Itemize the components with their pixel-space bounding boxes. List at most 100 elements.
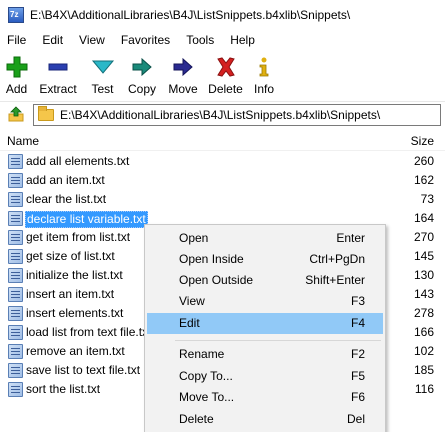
menu-item-view[interactable]: View F3 (147, 291, 383, 312)
minus-icon (48, 63, 68, 71)
menu-item-copy-to[interactable]: Copy To... F5 (147, 366, 383, 387)
file-name: insert an item.txt (26, 287, 115, 301)
info-label: Info (253, 82, 274, 96)
menu-item-label: Move To... (179, 390, 235, 404)
file-row[interactable]: add all elements.txt 260 (0, 152, 445, 171)
file-size: 116 (414, 382, 434, 396)
menu-item-open-outside[interactable]: Open Outside Shift+Enter (147, 270, 383, 291)
menu-item-label: View (179, 294, 205, 308)
title-bar: E:\B4X\AdditionalLibraries\B4J\ListSnipp… (0, 0, 445, 30)
menu-item-label: Delete (179, 412, 214, 426)
file-size: 130 (413, 268, 434, 282)
menu-item-edit[interactable]: Edit F4 (147, 313, 383, 334)
copy-button[interactable]: Copy (122, 52, 162, 98)
delete-button[interactable]: Delete (204, 52, 247, 98)
file-row[interactable]: add an item.txt 162 (0, 171, 445, 190)
address-bar: E:\B4X\AdditionalLibraries\B4J\ListSnipp… (0, 101, 445, 126)
file-size: 102 (413, 344, 434, 358)
extract-button[interactable]: Extract (33, 52, 83, 98)
text-file-icon (8, 268, 23, 283)
menu-edit[interactable]: Edit (34, 30, 71, 51)
menu-view[interactable]: View (71, 30, 113, 51)
text-file-icon (8, 306, 23, 321)
check-icon (91, 60, 114, 74)
list-header: Name Size (0, 131, 445, 151)
info-icon (259, 57, 269, 77)
text-file-icon (8, 325, 23, 340)
text-file-icon (8, 382, 23, 397)
menu-file[interactable]: File (0, 30, 34, 51)
menu-item-open[interactable]: Open Enter (147, 228, 383, 249)
file-size: 260 (413, 154, 434, 168)
menu-item-rename[interactable]: Rename F2 (147, 344, 383, 365)
file-name: add all elements.txt (26, 154, 130, 168)
move-arrow-icon (173, 57, 193, 77)
file-size: 166 (413, 325, 434, 339)
file-name: initialize the list.txt (26, 268, 123, 282)
add-label: Add (5, 82, 28, 96)
menu-favorites[interactable]: Favorites (113, 30, 178, 51)
text-file-icon (8, 154, 23, 169)
move-button[interactable]: Move (162, 52, 204, 98)
file-size: 162 (413, 173, 434, 187)
menu-item-shortcut: Ctrl+PgDn (309, 252, 365, 266)
menu-item-delete[interactable]: Delete Del (147, 409, 383, 430)
menu-item-label: Rename (179, 347, 225, 361)
file-size: 164 (413, 211, 434, 225)
text-file-icon (8, 173, 23, 188)
copy-label: Copy (127, 82, 156, 96)
text-file-icon (8, 287, 23, 302)
file-size: 143 (413, 287, 434, 301)
path-field[interactable]: E:\B4X\AdditionalLibraries\B4J\ListSnipp… (33, 104, 441, 126)
text-file-icon (8, 249, 23, 264)
context-menu: Open Enter Open Inside Ctrl+PgDn Open Outs… (144, 224, 386, 432)
text-file-icon (8, 344, 23, 359)
menu-item-label: Open Outside (179, 273, 254, 287)
text-file-icon (8, 211, 23, 226)
column-header-size[interactable]: Size (411, 134, 434, 148)
file-name: get item from list.txt (26, 230, 131, 244)
file-name: save list to text file.txt (26, 363, 141, 377)
menu-item-shortcut: F6 (350, 390, 365, 404)
menu-item-shortcut: F5 (350, 369, 365, 383)
menu-item-label: Open Inside (179, 252, 244, 266)
file-name: load list from text file.txt (26, 325, 152, 339)
plus-icon (6, 56, 27, 78)
menu-item-shortcut: F4 (350, 316, 365, 330)
delete-label: Delete (208, 82, 243, 96)
menu-item-shortcut: F3 (350, 294, 365, 308)
menu-item-shortcut: F2 (350, 347, 365, 361)
text-file-icon (8, 363, 23, 378)
file-name: clear the list.txt (26, 192, 107, 206)
menu-tools[interactable]: Tools (178, 30, 222, 51)
file-name: sort the list.txt (26, 382, 101, 396)
up-folder-button[interactable] (5, 103, 27, 125)
up-arrow-icon (8, 106, 24, 122)
file-name: get size of list.txt (26, 249, 115, 263)
menu-item-label: Open (179, 231, 209, 245)
test-button[interactable]: Test (83, 52, 122, 98)
column-header-name[interactable]: Name (7, 134, 39, 148)
delete-x-icon (216, 57, 235, 77)
toolbar: Add Extract Test Copy Move Delete Info (0, 52, 445, 98)
file-name: declare list variable.txt (25, 211, 148, 228)
file-row[interactable]: clear the list.txt 73 (0, 190, 445, 209)
window-title: E:\B4X\AdditionalLibraries\B4J\ListSnipp… (30, 8, 351, 22)
file-size: 185 (413, 363, 434, 377)
file-size: 145 (413, 249, 434, 263)
menu-item-shortcut: Del (346, 412, 365, 426)
file-size: 73 (420, 192, 434, 206)
menu-help[interactable]: Help (222, 30, 263, 51)
menu-item-open-inside[interactable]: Open Inside Ctrl+PgDn (147, 249, 383, 270)
menu-item-label: Copy To... (179, 369, 233, 383)
text-file-icon (8, 230, 23, 245)
test-label: Test (91, 82, 114, 96)
menu-bar: File Edit View Favorites Tools Help (0, 30, 445, 51)
info-button[interactable]: Info (247, 52, 281, 98)
file-name: remove an item.txt (26, 344, 125, 358)
add-button[interactable]: Add (0, 52, 33, 98)
text-file-icon (8, 192, 23, 207)
extract-label: Extract (39, 82, 77, 96)
file-name: insert elements.txt (26, 306, 124, 320)
menu-item-move-to[interactable]: Move To... F6 (147, 387, 383, 408)
